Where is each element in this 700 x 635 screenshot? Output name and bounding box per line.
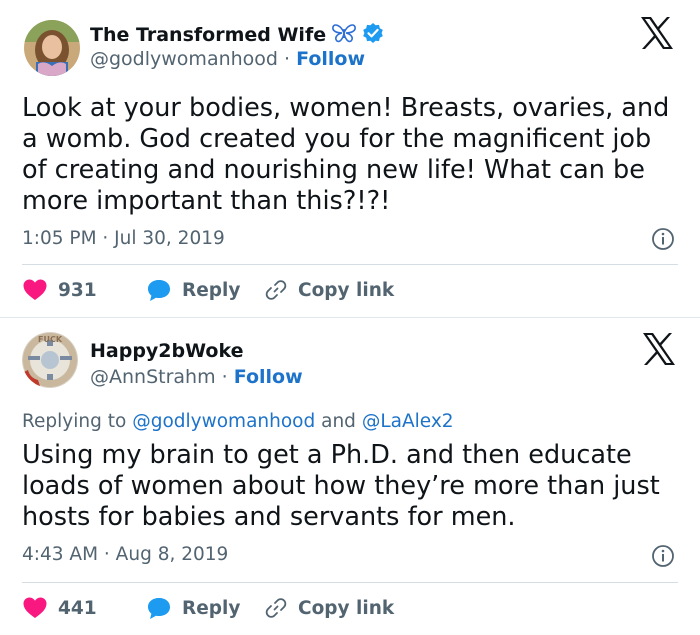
replying-to-and: and (321, 411, 356, 432)
reply-button[interactable]: Reply (146, 596, 264, 620)
like-button[interactable]: 931 (22, 278, 146, 302)
handle-row: @godlywomanhood · Follow (90, 48, 365, 70)
tweet-body: Using my brain to get a Ph.D. and then e… (22, 440, 660, 532)
heart-icon (22, 596, 48, 620)
reply-label: Reply (182, 597, 241, 619)
follow-button[interactable]: Follow (234, 366, 303, 388)
separator: · (221, 366, 228, 388)
reply-bubble-icon (146, 596, 172, 620)
like-button[interactable]: 441 (22, 596, 146, 620)
replying-to-context: Replying to @godlywomanhood and @LaAlex2 (22, 411, 454, 432)
avatar-text: FUCK (38, 335, 63, 344)
timestamp[interactable]: 4:43 AM · Aug 8, 2019 (22, 544, 228, 565)
verified-badge-icon (362, 22, 384, 48)
copy-link-label: Copy link (298, 597, 395, 619)
copy-link-button[interactable]: Copy link (264, 596, 394, 620)
reply-bubble-icon (146, 278, 172, 302)
copy-link-label: Copy link (298, 279, 395, 301)
heart-icon (22, 278, 48, 302)
handle[interactable]: @godlywomanhood (90, 48, 278, 70)
link-icon (264, 596, 288, 620)
x-logo-icon[interactable] (639, 16, 675, 50)
separator: · (284, 48, 291, 70)
tweet-body: Look at your bodies, women! Breasts, ova… (22, 93, 670, 216)
follow-button[interactable]: Follow (296, 48, 365, 70)
info-icon[interactable] (651, 227, 675, 251)
author-name-row: The Transformed Wife (90, 22, 384, 48)
action-bar: 441 Reply Copy link (22, 596, 394, 620)
handle[interactable]: @AnnStrahm (90, 366, 216, 388)
x-logo-icon[interactable] (641, 332, 677, 366)
info-icon[interactable] (651, 544, 675, 568)
author-name-row: Happy2bWoke (90, 340, 243, 362)
handle-row: @AnnStrahm · Follow (90, 366, 303, 388)
divider (22, 264, 678, 265)
like-count: 931 (58, 279, 97, 301)
reply-button[interactable]: Reply (146, 278, 264, 302)
tweet-card: FUCK Happy2bWoke @AnnStrahm · Follow Rep… (0, 318, 700, 635)
timestamp[interactable]: 1:05 PM · Jul 30, 2019 (22, 228, 225, 249)
divider (22, 582, 678, 583)
avatar[interactable]: FUCK (22, 332, 78, 388)
mention-link[interactable]: @godlywomanhood (132, 411, 315, 432)
avatar[interactable] (24, 20, 80, 76)
link-icon (264, 278, 288, 302)
mention-link[interactable]: @LaAlex2 (362, 411, 454, 432)
copy-link-button[interactable]: Copy link (264, 278, 394, 302)
replying-to-prefix: Replying to (22, 411, 127, 432)
display-name[interactable]: The Transformed Wife (90, 24, 326, 46)
action-bar: 931 Reply Copy link (22, 278, 394, 302)
display-name[interactable]: Happy2bWoke (90, 340, 243, 362)
butterfly-icon (332, 23, 357, 47)
like-count: 441 (58, 597, 97, 619)
reply-label: Reply (182, 279, 241, 301)
tweet-card: The Transformed Wife @godlywomanhood · F… (0, 0, 700, 318)
